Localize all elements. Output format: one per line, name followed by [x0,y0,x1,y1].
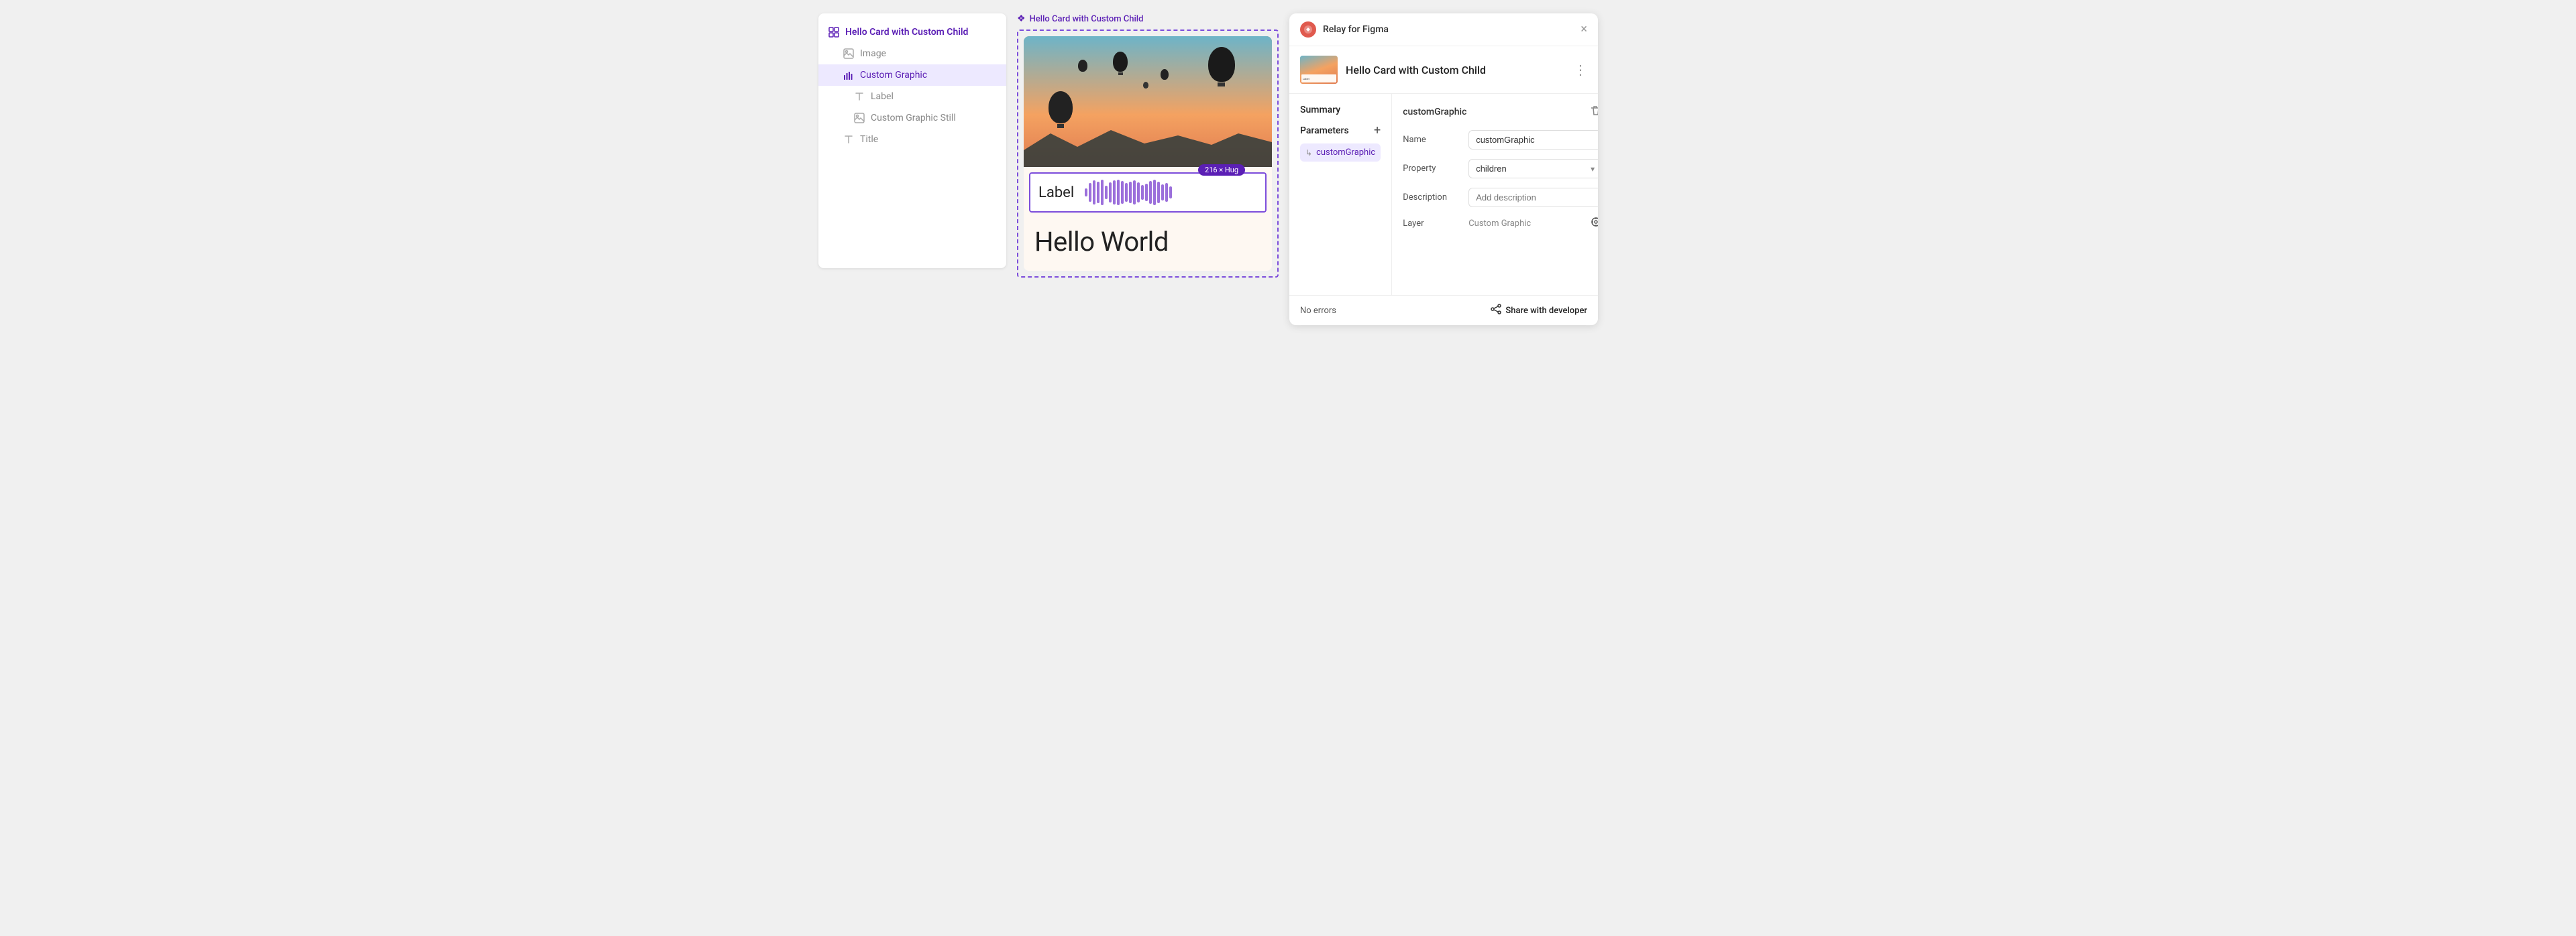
layer-field-row: Layer Custom Graphic [1403,217,1598,230]
tree-item-image[interactable]: Image [818,43,1006,64]
layer-label: Layer [1403,219,1463,229]
right-panel: Relay for Figma × Label Hello Card with … [1289,13,1598,325]
tree-item-custom-graphic[interactable]: Custom Graphic [818,64,1006,86]
image-icon [843,48,855,60]
canvas-title-text: Hello Card with Custom Child [1030,14,1144,24]
summary-title: Summary [1300,105,1381,115]
delete-button[interactable] [1589,105,1598,119]
layer-text: Custom Graphic [1468,219,1531,229]
label-text: Label [1038,184,1074,201]
property-label: Property [1403,164,1463,174]
description-field-row: Description [1403,188,1598,207]
rp-params-header: Parameters + [1300,125,1381,137]
rp-header: Relay for Figma × [1289,13,1598,46]
rp-left-col: Summary Parameters + ↳ customGraphic [1289,94,1392,295]
tree-item-image-label: Image [860,48,886,59]
property-field-row: Property children text image ▾ [1403,159,1598,178]
param-arrow-icon: ↳ [1305,148,1312,158]
canvas-hello-world: Hello World [1024,218,1272,271]
rp-body: Summary Parameters + ↳ customGraphic cus… [1289,94,1598,295]
tree-item-root-label: Hello Card with Custom Child [845,27,968,38]
left-panel: Hello Card with Custom Child Image [818,13,1006,268]
property-select[interactable]: children text image [1468,159,1598,178]
middle-panel: ❖ Hello Card with Custom Child [1017,13,1279,278]
share-with-developer-button[interactable]: Share with developer [1491,304,1587,317]
canvas-graphic-section: Label [1029,172,1267,213]
name-field-row: Name [1403,130,1598,150]
property-title: customGraphic [1403,107,1466,117]
add-parameter-button[interactable]: + [1374,125,1381,137]
text-title-icon [843,133,855,145]
more-options-button[interactable]: ⋮ [1574,63,1587,76]
rp-card-header-left: Label Hello Card with Custom Child [1300,56,1486,84]
layer-value: Custom Graphic [1468,217,1598,230]
size-badge: 216 × Hug [1198,164,1245,176]
param-item-custom-graphic[interactable]: ↳ customGraphic [1300,143,1381,162]
waveform [1085,179,1172,206]
tree-item-custom-graphic-still[interactable]: Custom Graphic Still [818,107,1006,129]
text-t-icon [853,91,865,103]
parameters-title: Parameters [1300,125,1349,136]
rp-right-col: customGraphic Name Property [1392,94,1598,295]
canvas-title: ❖ Hello Card with Custom Child [1017,13,1143,24]
target-icon[interactable] [1591,217,1598,230]
no-errors-text: No errors [1300,306,1336,316]
canvas-image [1024,36,1272,167]
tree-item-custom-graphic-label: Custom Graphic [860,70,927,80]
param-item-label: customGraphic [1316,148,1375,158]
tree-item-custom-graphic-still-label: Custom Graphic Still [871,113,956,123]
diamond-icon: ❖ [1017,13,1026,24]
tree-item-title-label: Title [860,134,878,145]
rp-header-left: Relay for Figma [1300,21,1389,38]
description-input[interactable] [1468,188,1598,207]
property-select-wrapper: children text image ▾ [1468,159,1598,178]
grid-icon [828,26,840,38]
rp-footer: No errors Share with developer [1289,295,1598,325]
relay-logo [1300,21,1316,38]
name-label: Name [1403,135,1463,145]
image-still-icon [853,112,865,124]
tree-item-title[interactable]: Title [818,129,1006,150]
tree-item-label[interactable]: Label [818,86,1006,107]
app-name: Relay for Figma [1323,24,1389,35]
tree-item-label-label: Label [871,91,894,102]
bar-chart-icon [843,69,855,81]
share-button-label: Share with developer [1505,306,1587,316]
share-icon [1491,304,1501,317]
tree-item-root[interactable]: Hello Card with Custom Child [818,21,1006,43]
canvas-outer: Label [1017,30,1279,278]
description-label: Description [1403,192,1463,202]
canvas-card: Label [1024,36,1272,271]
name-input[interactable] [1468,130,1598,150]
close-button[interactable]: × [1580,23,1587,36]
rp-card-title: Hello Card with Custom Child [1346,64,1486,76]
rp-thumbnail: Label [1300,56,1338,84]
rp-card-header: Label Hello Card with Custom Child ⋮ [1289,46,1598,94]
